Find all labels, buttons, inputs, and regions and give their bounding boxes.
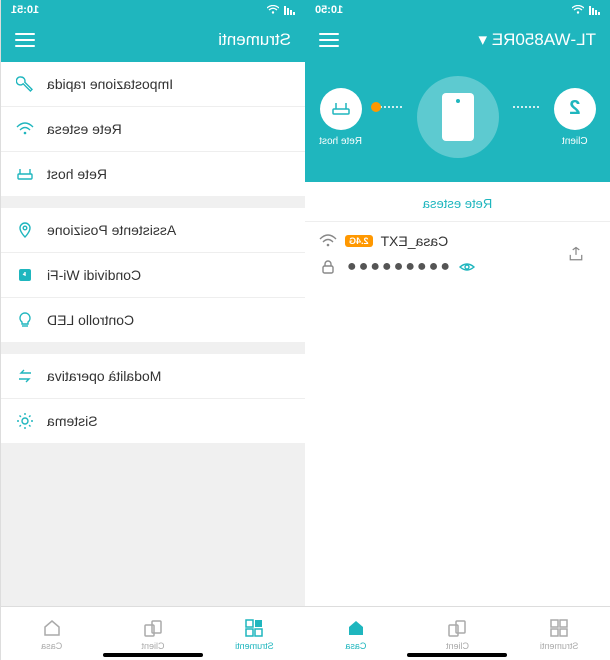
signal-bars-icon bbox=[283, 5, 295, 15]
tool-extended-network[interactable]: Rete estesa bbox=[1, 107, 305, 152]
device-selector[interactable]: TL-WA850RE ▾ bbox=[479, 30, 597, 50]
tab-bar: Strumenti Client Casa bbox=[305, 606, 610, 660]
wifi-icon bbox=[319, 232, 337, 250]
tool-system[interactable]: Sistema bbox=[1, 399, 305, 443]
wifi-status-icon bbox=[572, 5, 584, 15]
host-icon bbox=[320, 88, 362, 130]
tools-group-3: Modalità operativa Sistema bbox=[1, 354, 305, 443]
home-tab-icon bbox=[345, 617, 367, 639]
tools-tab-icon bbox=[243, 617, 265, 639]
tab-tools[interactable]: Strumenti bbox=[508, 607, 610, 660]
tool-share-wifi[interactable]: Condividi Wi-Fi bbox=[1, 253, 305, 298]
link-client-device bbox=[513, 106, 539, 108]
reveal-password-button[interactable] bbox=[458, 258, 476, 276]
header-title: Strumenti bbox=[218, 30, 291, 50]
host-node[interactable]: Rete host bbox=[319, 88, 362, 147]
tools-group-2: Assistente Posizione Condividi Wi-Fi Con… bbox=[1, 208, 305, 342]
bulb-icon bbox=[15, 310, 35, 330]
tools-tab-icon bbox=[548, 617, 570, 639]
tool-led-control[interactable]: Controllo LED bbox=[1, 298, 305, 342]
home-indicator[interactable] bbox=[103, 653, 203, 657]
tool-location-assistant[interactable]: Assistente Posizione bbox=[1, 208, 305, 253]
tab-home[interactable]: Casa bbox=[305, 607, 407, 660]
swap-icon bbox=[15, 366, 35, 386]
section-extended-network[interactable]: Rete estesa bbox=[305, 182, 610, 222]
topology-hero: 2 Client Rete host bbox=[305, 62, 610, 182]
network-card: Casa_EXT 2.4G ●●●●●●●●● bbox=[305, 222, 610, 290]
status-time: 10:50 bbox=[315, 4, 343, 16]
tab-home[interactable]: Casa bbox=[1, 607, 102, 660]
location-icon bbox=[15, 220, 35, 240]
menu-button[interactable] bbox=[15, 33, 35, 47]
status-bar: 10:51 bbox=[1, 0, 305, 20]
client-count-badge: 2 bbox=[554, 88, 596, 130]
tool-quick-setup[interactable]: Impostazione rapida bbox=[1, 62, 305, 107]
extender-icon bbox=[442, 93, 474, 141]
share-icon bbox=[15, 265, 35, 285]
app-header: Strumenti bbox=[1, 20, 305, 62]
client-tab-icon bbox=[142, 617, 164, 639]
tool-operation-mode[interactable]: Modalità operativa bbox=[1, 354, 305, 399]
gear-icon bbox=[15, 411, 35, 431]
app-header: TL-WA850RE ▾ bbox=[305, 20, 610, 62]
home-indicator[interactable] bbox=[408, 653, 508, 657]
ssid-label: Casa_EXT bbox=[381, 233, 449, 249]
share-network-button[interactable] bbox=[567, 245, 585, 263]
lock-icon bbox=[319, 258, 337, 276]
client-tab-icon bbox=[447, 617, 469, 639]
home-tab-icon bbox=[41, 617, 63, 639]
client-node[interactable]: 2 Client bbox=[554, 88, 596, 147]
tools-group-1: Impostazione rapida Rete estesa Rete hos… bbox=[1, 62, 305, 196]
tab-bar: Strumenti Client Casa bbox=[1, 606, 305, 660]
signal-bars-icon bbox=[588, 5, 600, 15]
menu-button[interactable] bbox=[319, 33, 339, 47]
router-icon bbox=[15, 164, 35, 184]
wifi-status-icon bbox=[267, 5, 279, 15]
extender-device[interactable] bbox=[417, 76, 499, 158]
wifi-icon bbox=[15, 119, 35, 139]
tool-host-network[interactable]: Rete host bbox=[1, 152, 305, 196]
band-badge: 2.4G bbox=[345, 235, 373, 247]
password-mask: ●●●●●●●●● bbox=[345, 258, 450, 276]
wrench-icon bbox=[15, 74, 35, 94]
link-device-host bbox=[376, 106, 402, 108]
screen-home: 10:50 TL-WA850RE ▾ 2 Client Rete host Re… bbox=[305, 0, 610, 660]
screen-tools: 10:51 Strumenti Impostazione rapida Rete… bbox=[0, 0, 305, 660]
status-time: 10:51 bbox=[11, 4, 39, 16]
tab-tools[interactable]: Strumenti bbox=[204, 607, 305, 660]
status-bar: 10:50 bbox=[305, 0, 610, 20]
